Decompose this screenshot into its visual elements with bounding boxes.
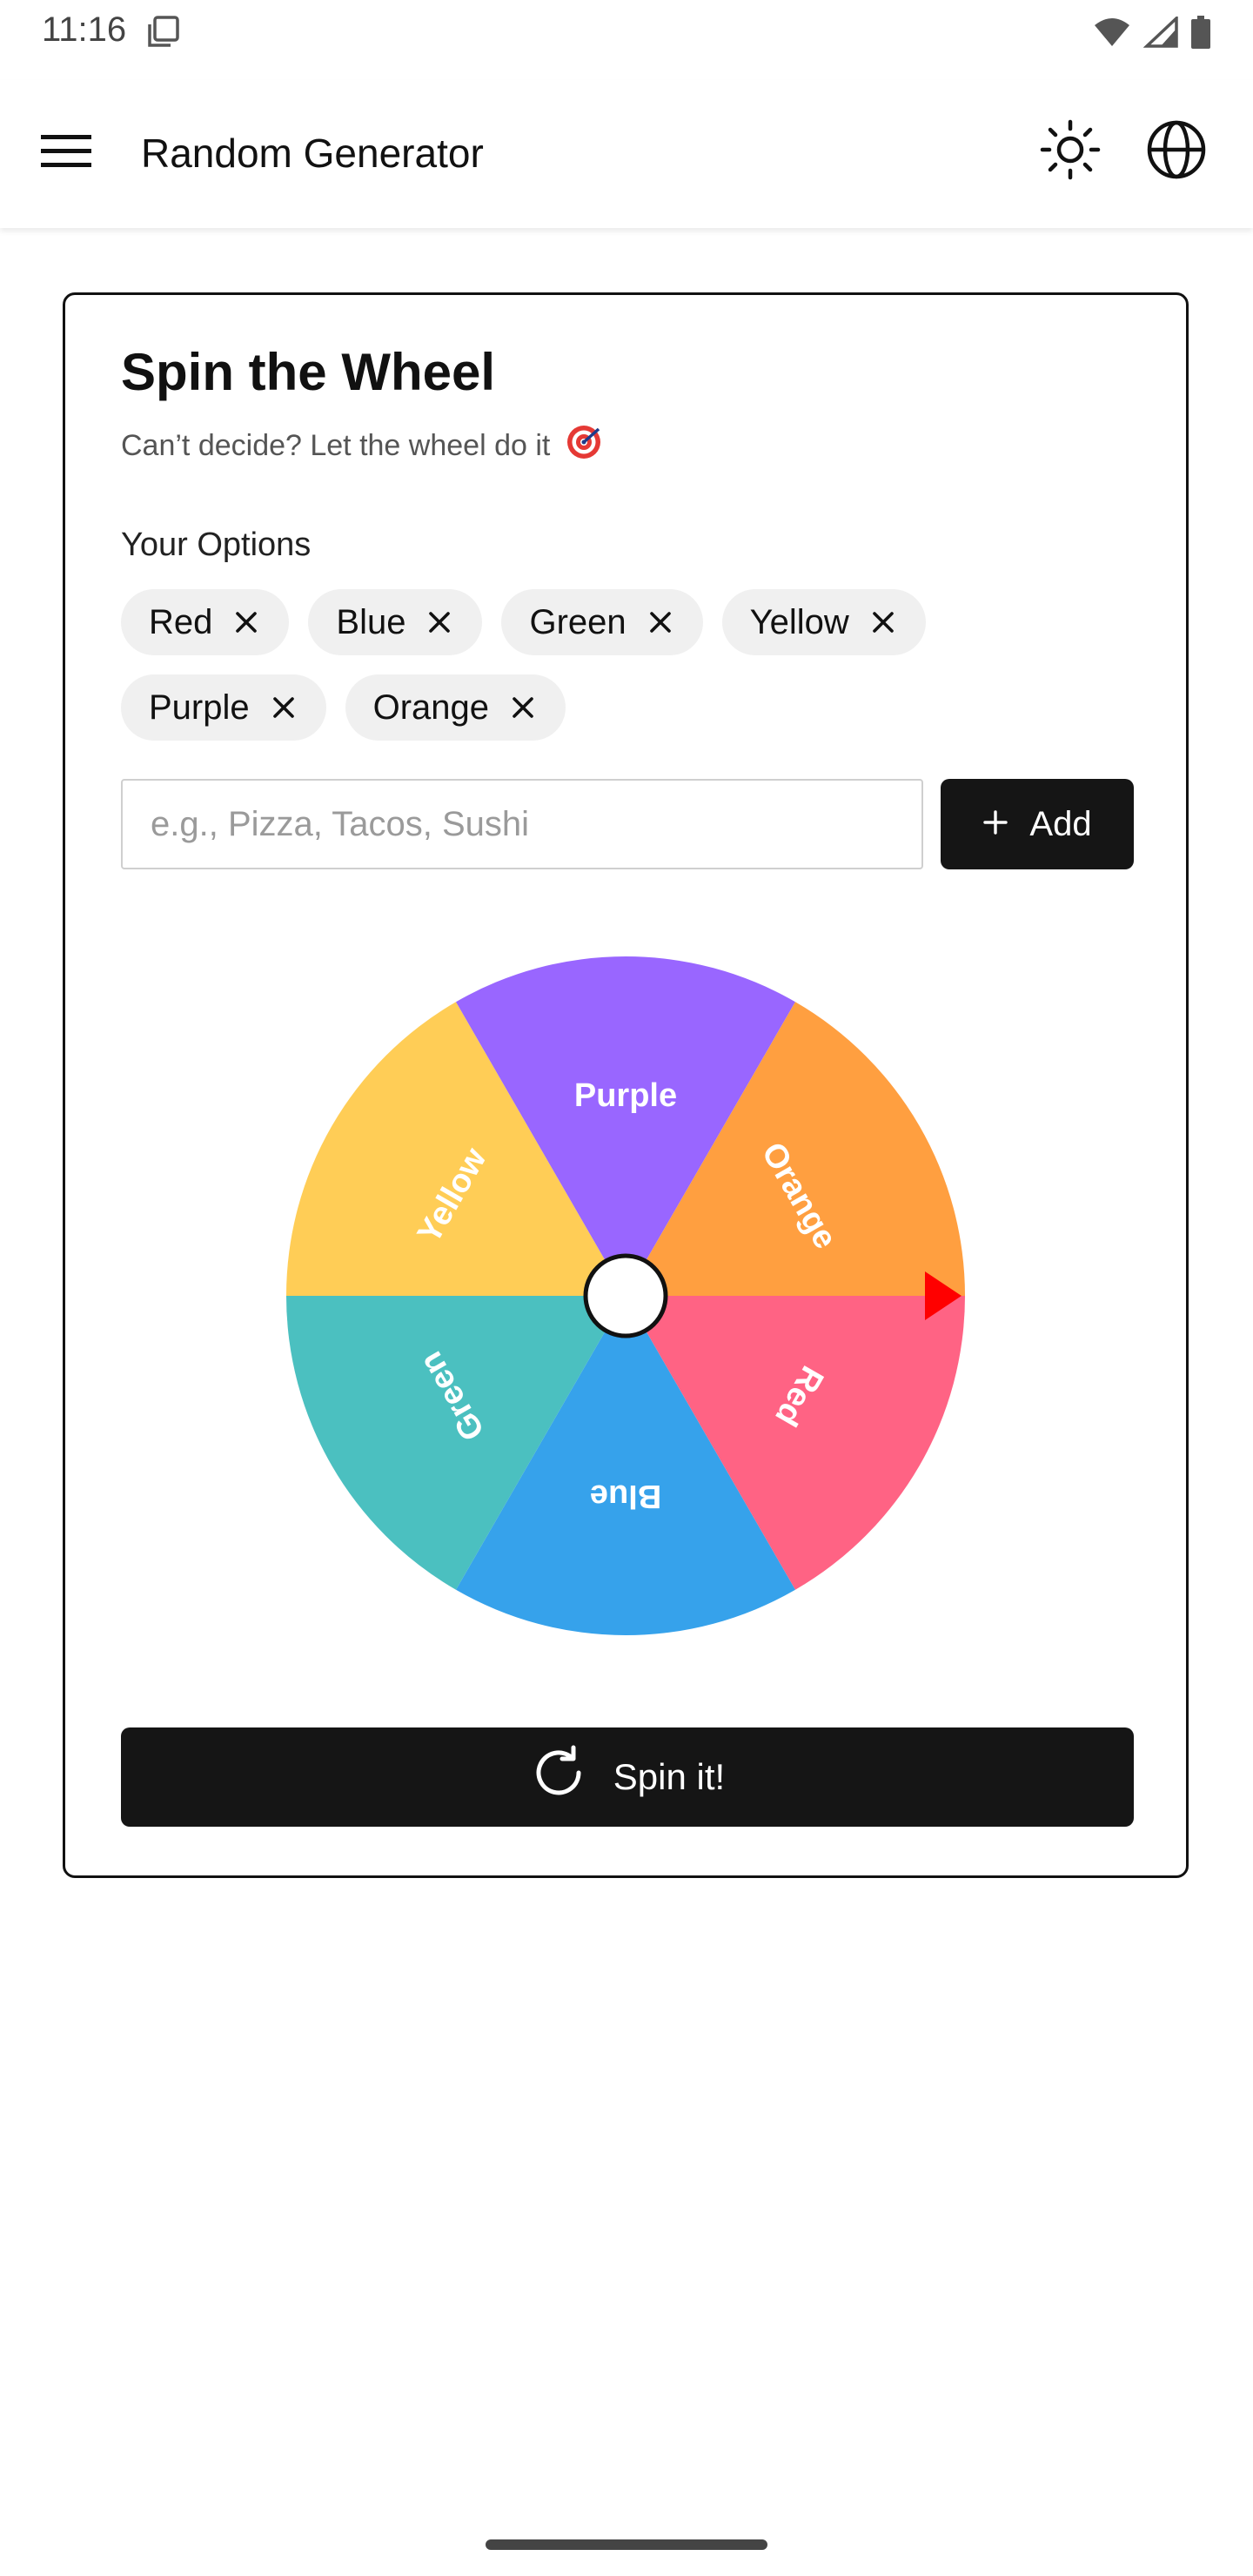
remove-option-icon[interactable] bbox=[508, 693, 538, 722]
option-chip-label: Blue bbox=[336, 602, 406, 641]
battery-icon bbox=[1190, 16, 1211, 53]
wheel-label-blue: Blue bbox=[590, 1478, 661, 1514]
option-chip: Purple bbox=[121, 674, 326, 741]
hamburger-menu-icon[interactable] bbox=[38, 124, 94, 179]
spin-button[interactable]: Spin it! bbox=[121, 1727, 1134, 1827]
status-time: 11:16 bbox=[42, 10, 127, 49]
option-chip: Blue bbox=[308, 589, 483, 655]
plus-icon bbox=[982, 805, 1008, 844]
option-chip: Red bbox=[121, 589, 290, 655]
options-label: Your Options bbox=[121, 527, 312, 563]
remove-option-icon[interactable] bbox=[868, 607, 898, 637]
card-title: Spin the Wheel bbox=[121, 343, 496, 401]
remove-option-icon[interactable] bbox=[269, 693, 298, 722]
sun-icon[interactable] bbox=[1035, 115, 1105, 184]
option-chip-label: Green bbox=[529, 602, 626, 641]
card-subtitle-text: Can’t decide? Let the wheel do it bbox=[121, 429, 551, 462]
wheel-hub bbox=[583, 1253, 668, 1338]
remove-option-icon[interactable] bbox=[231, 607, 261, 637]
options-chips: Red Blue Green Yellow Purple Orange bbox=[121, 589, 1130, 741]
card-subtitle: Can’t decide? Let the wheel do it bbox=[121, 424, 602, 468]
wheel-graphic: RedBlueGreenYellowPurpleOrange bbox=[286, 956, 965, 1635]
wifi-icon bbox=[1093, 17, 1131, 52]
option-chip-label: Orange bbox=[372, 688, 490, 727]
option-chip: Yellow bbox=[721, 589, 926, 655]
globe-icon[interactable] bbox=[1142, 115, 1211, 184]
status-bar: 11:16 bbox=[0, 0, 1253, 63]
home-indicator[interactable] bbox=[486, 2539, 767, 2550]
option-chip-label: Yellow bbox=[749, 602, 849, 641]
app-title: Random Generator bbox=[141, 131, 484, 176]
add-option-button[interactable]: Add bbox=[941, 779, 1134, 869]
spin-wheel-card: Spin the Wheel Can’t decide? Let the whe… bbox=[63, 292, 1189, 1878]
signal-icon bbox=[1142, 14, 1178, 52]
option-input[interactable] bbox=[121, 779, 923, 869]
add-button-label: Add bbox=[1029, 804, 1092, 843]
wheel-label-purple: Purple bbox=[574, 1077, 677, 1114]
option-chip: Green bbox=[501, 589, 703, 655]
option-chip-label: Red bbox=[149, 602, 213, 641]
refresh-icon bbox=[530, 1744, 587, 1810]
wheel[interactable]: Red Blue Green Yellow Purple Orange bbox=[286, 956, 965, 1635]
screenshot-notification-icon bbox=[146, 16, 181, 53]
target-icon bbox=[566, 424, 602, 468]
app-bar: Random Generator bbox=[0, 80, 1253, 228]
option-chip-label: Purple bbox=[149, 688, 250, 727]
remove-option-icon[interactable] bbox=[425, 607, 454, 637]
spin-button-label: Spin it! bbox=[613, 1756, 726, 1797]
option-chip: Orange bbox=[345, 674, 566, 741]
remove-option-icon[interactable] bbox=[646, 607, 675, 637]
